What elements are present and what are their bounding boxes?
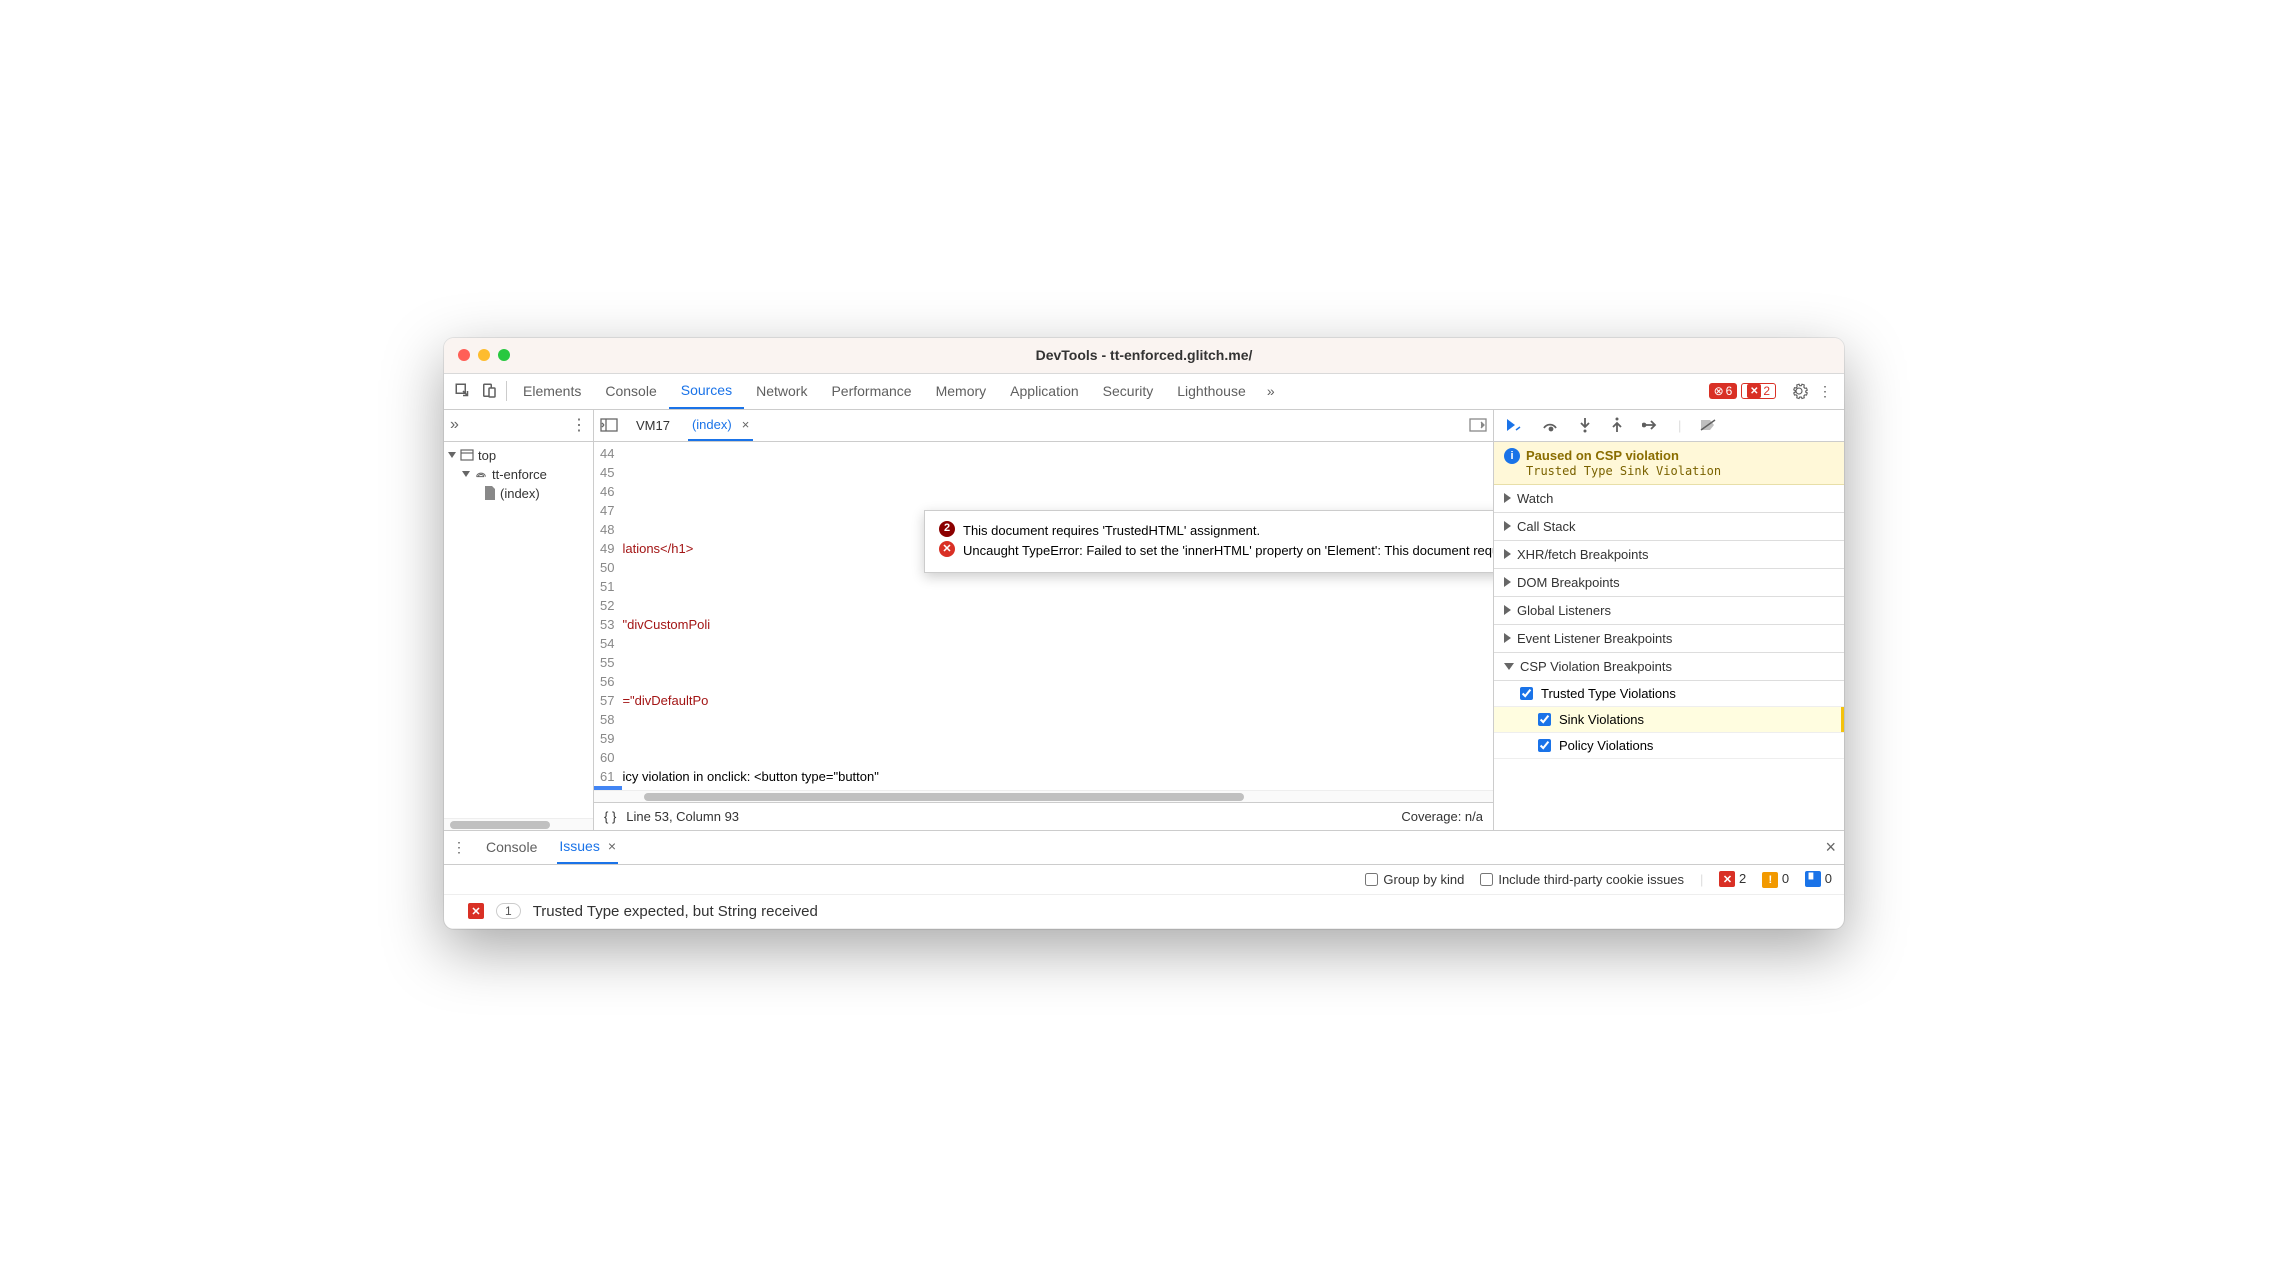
- file-tab-bar: VM17 (index)×: [594, 410, 1493, 442]
- issues-filter-bar: Group by kind Include third-party cookie…: [444, 865, 1844, 895]
- paused-title: Paused on CSP violation: [1526, 448, 1679, 463]
- main-tab-bar: Elements Console Sources Network Perform…: [444, 374, 1844, 410]
- xhr-breakpoints-section[interactable]: XHR/fetch Breakpoints: [1494, 541, 1844, 569]
- tree-host[interactable]: tt-enforce: [444, 465, 593, 484]
- resume-button[interactable]: [1506, 418, 1524, 432]
- close-tab-icon[interactable]: ×: [742, 417, 750, 432]
- devtools-window: DevTools - tt-enforced.glitch.me/ Elemen…: [444, 338, 1844, 929]
- callstack-section[interactable]: Call Stack: [1494, 513, 1844, 541]
- kebab-menu-icon[interactable]: ⋮: [1812, 383, 1838, 400]
- issue-row[interactable]: ✕ 1 Trusted Type expected, but String re…: [444, 895, 1844, 929]
- policy-violations-checkbox[interactable]: Policy Violations: [1494, 733, 1844, 759]
- deactivate-breakpoints-icon[interactable]: [1699, 418, 1717, 432]
- nav-toggle-icon[interactable]: [600, 418, 618, 432]
- tree-top[interactable]: top: [444, 446, 593, 465]
- editor-h-scrollbar[interactable]: [594, 790, 1493, 802]
- debugger-panel: | i Paused on CSP violation Trusted Type …: [1494, 410, 1844, 830]
- third-party-checkbox[interactable]: Include third-party cookie issues: [1480, 872, 1684, 887]
- issue-err-count: ✕ 2: [1719, 871, 1746, 888]
- issues-count: 2: [1763, 384, 1770, 398]
- more-nav-icon[interactable]: »: [450, 416, 459, 434]
- file-tab-index[interactable]: (index)×: [688, 410, 753, 441]
- nav-menu-icon[interactable]: ⋮: [571, 415, 587, 435]
- issue-error-icon: ✕: [468, 903, 484, 919]
- tree-file-index[interactable]: (index): [444, 484, 593, 503]
- pretty-print-icon[interactable]: { }: [604, 809, 616, 824]
- code-editor[interactable]: 44454647484950515253545556575859606162 l…: [594, 442, 1493, 790]
- error-count-badge: 2: [939, 521, 955, 537]
- sink-violations-checkbox[interactable]: Sink Violations: [1494, 707, 1844, 733]
- error-tooltip: 2 This document requires 'TrustedHTML' as…: [924, 510, 1493, 574]
- issue-warn-count: ! 0: [1762, 871, 1789, 888]
- csp-breakpoints-section[interactable]: CSP Violation Breakpoints: [1494, 653, 1844, 681]
- file-tree: top tt-enforce (index): [444, 442, 593, 503]
- minimize-window-button[interactable]: [478, 349, 490, 361]
- paused-banner: i Paused on CSP violation Trusted Type Si…: [1494, 442, 1844, 485]
- tree-host-label: tt-enforce: [492, 467, 547, 482]
- title-bar: DevTools - tt-enforced.glitch.me/: [444, 338, 1844, 374]
- inspect-element-icon[interactable]: [450, 382, 476, 400]
- issue-text: Trusted Type expected, but String receiv…: [533, 903, 818, 920]
- tree-top-label: top: [478, 448, 496, 463]
- navigator-header: » ⋮: [444, 410, 593, 442]
- code-content: lations</h1> "divCustomPoli ="divDefault…: [622, 442, 1493, 790]
- close-drawer-tab-icon[interactable]: ×: [608, 838, 616, 854]
- tab-application[interactable]: Application: [998, 374, 1091, 409]
- editor-panel: VM17 (index)× 44454647484950515253545556…: [594, 410, 1494, 830]
- drawer-tabs: ⋮ Console Issues× ×: [444, 831, 1844, 865]
- window-title: DevTools - tt-enforced.glitch.me/: [444, 347, 1844, 363]
- content-area: » ⋮ top tt-enforce (index) VM17 (index)×: [444, 410, 1844, 830]
- close-drawer-icon[interactable]: ×: [1825, 837, 1836, 858]
- tooltip-message-1: This document requires 'TrustedHTML' ass…: [963, 521, 1260, 542]
- error-count: 6: [1726, 384, 1733, 398]
- run-snippet-icon[interactable]: [1469, 418, 1487, 432]
- device-toggle-icon[interactable]: [476, 382, 502, 400]
- step-out-icon[interactable]: [1610, 417, 1624, 433]
- cursor-position: Line 53, Column 93: [626, 809, 739, 824]
- group-by-kind-checkbox[interactable]: Group by kind: [1365, 872, 1464, 887]
- tab-network[interactable]: Network: [744, 374, 819, 409]
- drawer-issues-tab[interactable]: Issues×: [557, 831, 618, 864]
- drawer-menu-icon[interactable]: ⋮: [452, 839, 466, 856]
- watch-section[interactable]: Watch: [1494, 485, 1844, 513]
- step-icon[interactable]: [1642, 418, 1660, 432]
- paused-detail: Trusted Type Sink Violation: [1504, 464, 1834, 478]
- tree-file-label: (index): [500, 486, 540, 501]
- issue-count: 1: [496, 903, 521, 919]
- event-breakpoints-section[interactable]: Event Listener Breakpoints: [1494, 625, 1844, 653]
- tab-sources[interactable]: Sources: [669, 374, 744, 409]
- line-gutter: 44454647484950515253545556575859606162: [594, 442, 622, 790]
- tab-performance[interactable]: Performance: [819, 374, 923, 409]
- file-tab-vm[interactable]: VM17: [632, 410, 674, 441]
- issues-badge[interactable]: ✕ 2: [1741, 383, 1776, 399]
- info-icon: i: [1504, 448, 1520, 464]
- drawer: ⋮ Console Issues× × Group by kind Includ…: [444, 830, 1844, 929]
- settings-gear-icon[interactable]: [1786, 382, 1812, 400]
- error-icon: ✕: [939, 541, 955, 557]
- step-into-icon[interactable]: [1578, 417, 1592, 433]
- tab-memory[interactable]: Memory: [924, 374, 999, 409]
- tab-console[interactable]: Console: [593, 374, 668, 409]
- step-over-icon[interactable]: [1542, 418, 1560, 432]
- navigator-panel: » ⋮ top tt-enforce (index): [444, 410, 594, 830]
- zoom-window-button[interactable]: [498, 349, 510, 361]
- dom-breakpoints-section[interactable]: DOM Breakpoints: [1494, 569, 1844, 597]
- close-window-button[interactable]: [458, 349, 470, 361]
- nav-scrollbar[interactable]: [444, 818, 593, 830]
- tooltip-message-2: Uncaught TypeError: Failed to set the 'i…: [963, 541, 1493, 562]
- tab-security[interactable]: Security: [1091, 374, 1166, 409]
- issue-info-count: ▘ 0: [1805, 871, 1832, 888]
- traffic-lights: [458, 349, 510, 361]
- more-tabs-icon[interactable]: »: [1258, 383, 1284, 399]
- tab-elements[interactable]: Elements: [511, 374, 593, 409]
- error-badge[interactable]: ⊗ 6: [1709, 383, 1738, 399]
- editor-status-bar: { } Line 53, Column 93 Coverage: n/a: [594, 802, 1493, 830]
- debugger-toolbar: |: [1494, 410, 1844, 442]
- global-listeners-section[interactable]: Global Listeners: [1494, 597, 1844, 625]
- coverage-status: Coverage: n/a: [1401, 809, 1483, 824]
- drawer-console-tab[interactable]: Console: [484, 831, 539, 864]
- tab-lighthouse[interactable]: Lighthouse: [1165, 374, 1258, 409]
- trusted-type-checkbox[interactable]: Trusted Type Violations: [1494, 681, 1844, 707]
